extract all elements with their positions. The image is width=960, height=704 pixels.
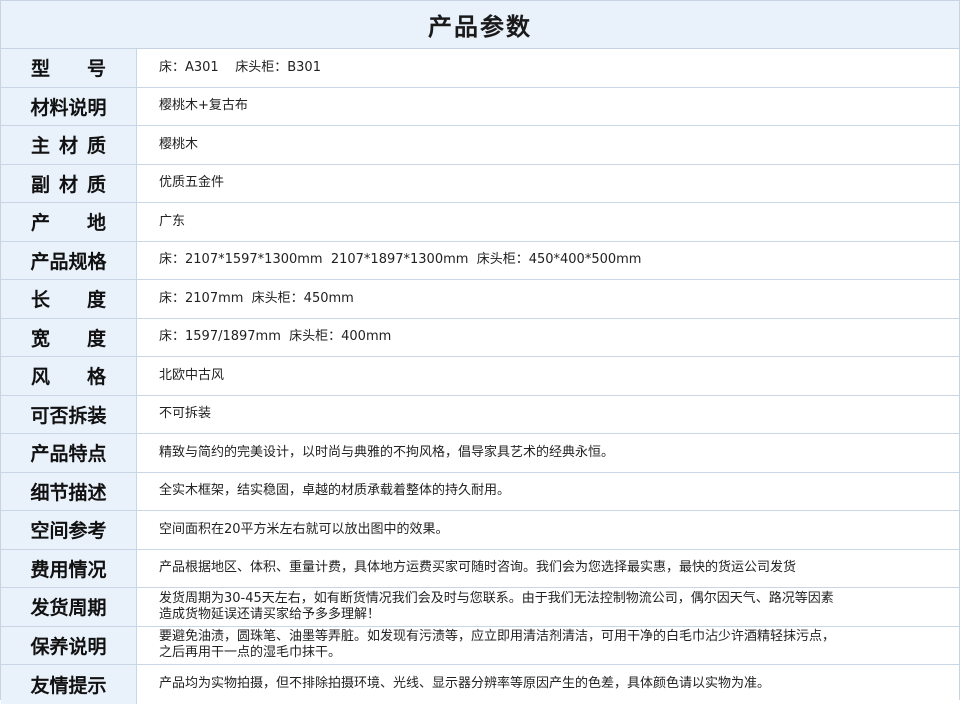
row-value: 优质五金件 [137, 165, 959, 203]
row-label: 空间参考 [1, 511, 137, 549]
row-label: 风 格 [1, 357, 137, 395]
row-style: 风 格 北欧中古风 [1, 357, 959, 396]
row-value: 精致与简约的完美设计，以时尚与典雅的不拘风格，倡导家具艺术的经典永恒。 [137, 434, 959, 472]
row-specification: 产品规格 床：2107*1597*1300mm 2107*1897*1300mm… [1, 241, 959, 280]
label-char: 宽 [31, 327, 51, 350]
row-value: 北欧中古风 [137, 357, 959, 395]
row-value: 要避免油渍，圆珠笔、油墨等弄脏。如发现有污渍等，应立即用清洁剂清洁，可用干净的白… [137, 627, 959, 665]
row-value: 床：2107*1597*1300mm 2107*1897*1300mm 床头柜：… [137, 242, 959, 280]
value-text: 床：1597/1897mm 床头柜：400mm [159, 329, 392, 345]
label-char: 格 [86, 366, 106, 389]
row-detachable: 可否拆装 不可拆装 [1, 395, 959, 434]
value-text: 发货周期为30-45天左右，如有断货情况我们会及时与您联系。由于我们无法控制物流… [159, 590, 834, 622]
row-value: 樱桃木 [137, 126, 959, 164]
row-friendly-tip: 友情提示 产品均为实物拍摄，但不排除拍摄环境、光线、显示器分辨率等原因产生的色差… [1, 665, 959, 704]
value-text: 全实木框架，结实稳固，卓越的材质承载着整体的持久耐用。 [159, 483, 511, 499]
row-label: 细节描述 [1, 472, 137, 510]
row-value: 全实木框架，结实稳固，卓越的材质承载着整体的持久耐用。 [137, 473, 959, 511]
row-delivery-period: 发货周期 发货周期为30-45天左右，如有断货情况我们会及时与您联系。由于我们无… [1, 588, 959, 627]
row-origin: 产 地 广东 [1, 203, 959, 242]
row-shipping-cost: 费用情况 产品根据地区、体积、重量计费，具体地方运费买家可随时咨询。我们会为您选… [1, 549, 959, 588]
label-char: 度 [86, 327, 106, 350]
row-label: 长 度 [1, 280, 137, 318]
value-text: 优质五金件 [159, 175, 225, 191]
row-model: 型 号 床：A301 床头柜：B301 [1, 49, 959, 88]
row-value: 发货周期为30-45天左右，如有断货情况我们会及时与您联系。由于我们无法控制物流… [137, 588, 959, 626]
label-char: 质 [86, 135, 106, 158]
value-text: 广东 [159, 213, 186, 229]
row-details: 细节描述 全实木框架，结实稳固，卓越的材质承载着整体的持久耐用。 [1, 472, 959, 511]
row-length: 长 度 床：2107mm 床头柜：450mm [1, 280, 959, 319]
row-value: 产品根据地区、体积、重量计费，具体地方运费买家可随时咨询。我们会为您选择最实惠，… [137, 550, 959, 588]
value-text: 精致与简约的完美设计，以时尚与典雅的不拘风格，倡导家具艺术的经典永恒。 [159, 444, 615, 460]
row-maintenance: 保养说明 要避免油渍，圆珠笔、油墨等弄脏。如发现有污渍等，应立即用清洁剂清洁，可… [1, 626, 959, 665]
label-char: 型 [31, 58, 51, 81]
value-text: 樱桃木 [159, 136, 199, 152]
label-char: 号 [86, 58, 106, 81]
label-char: 产 [31, 212, 51, 235]
row-label: 发货周期 [1, 588, 137, 626]
label-char: 风 [31, 366, 51, 389]
row-label: 保养说明 [1, 626, 137, 664]
row-features: 产品特点 精致与简约的完美设计，以时尚与典雅的不拘风格，倡导家具艺术的经典永恒。 [1, 434, 959, 473]
value-text: 床：2107mm 床头柜：450mm [159, 290, 354, 306]
row-value: 床：1597/1897mm 床头柜：400mm [137, 319, 959, 357]
row-value: 樱桃木+复古布 [137, 88, 959, 126]
table-title: 产品参数 [1, 0, 959, 49]
value-text: 空间面积在20平方米左右就可以放出图中的效果。 [159, 521, 449, 537]
value-text: 产品均为实物拍摄，但不排除拍摄环境、光线、显示器分辨率等原因产生的色差，具体颜色… [159, 676, 771, 692]
label-char: 度 [86, 289, 106, 312]
label-char: 材 [58, 173, 78, 196]
label-char: 副 [31, 173, 51, 196]
row-label: 产品规格 [1, 241, 137, 279]
row-sub-material: 副 材 质 优质五金件 [1, 164, 959, 203]
label-char: 主 [31, 135, 51, 158]
label-char: 质 [86, 173, 106, 196]
row-space-reference: 空间参考 空间面积在20平方米左右就可以放出图中的效果。 [1, 511, 959, 550]
row-value: 空间面积在20平方米左右就可以放出图中的效果。 [137, 511, 959, 549]
row-value: 广东 [137, 203, 959, 241]
value-text: 产品根据地区、体积、重量计费，具体地方运费买家可随时咨询。我们会为您选择最实惠，… [159, 560, 797, 576]
row-label: 友情提示 [1, 665, 137, 704]
value-text: 北欧中古风 [159, 367, 225, 383]
row-value: 产品均为实物拍摄，但不排除拍摄环境、光线、显示器分辨率等原因产生的色差，具体颜色… [137, 665, 959, 704]
value-text: 要避免油渍，圆珠笔、油墨等弄脏。如发现有污渍等，应立即用清洁剂清洁，可用干净的白… [159, 629, 836, 661]
row-value: 不可拆装 [137, 396, 959, 434]
product-spec-table: 产品参数 型 号 床：A301 床头柜：B301 材料说明 樱桃木+复古布 主 … [0, 0, 960, 704]
row-main-material: 主 材 质 樱桃木 [1, 126, 959, 165]
row-label: 材料说明 [1, 87, 137, 125]
label-char: 材 [58, 135, 78, 158]
value-text: 樱桃木+复古布 [159, 98, 248, 114]
row-value: 床：A301 床头柜：B301 [137, 49, 959, 87]
row-width: 宽 度 床：1597/1897mm 床头柜：400mm [1, 318, 959, 357]
row-label: 宽 度 [1, 318, 137, 356]
row-label: 主 材 质 [1, 126, 137, 164]
value-text: 不可拆装 [159, 406, 212, 422]
row-label: 产品特点 [1, 434, 137, 472]
row-material-desc: 材料说明 樱桃木+复古布 [1, 87, 959, 126]
row-label: 费用情况 [1, 549, 137, 587]
row-label: 型 号 [1, 49, 137, 87]
row-label: 可否拆装 [1, 395, 137, 433]
label-char: 地 [86, 212, 106, 235]
row-label: 产 地 [1, 203, 137, 241]
label-char: 长 [31, 289, 51, 312]
value-text: 床：2107*1597*1300mm 2107*1897*1300mm 床头柜：… [159, 252, 642, 268]
row-value: 床：2107mm 床头柜：450mm [137, 280, 959, 318]
row-label: 副 材 质 [1, 164, 137, 202]
value-text: 床：A301 床头柜：B301 [159, 59, 321, 75]
